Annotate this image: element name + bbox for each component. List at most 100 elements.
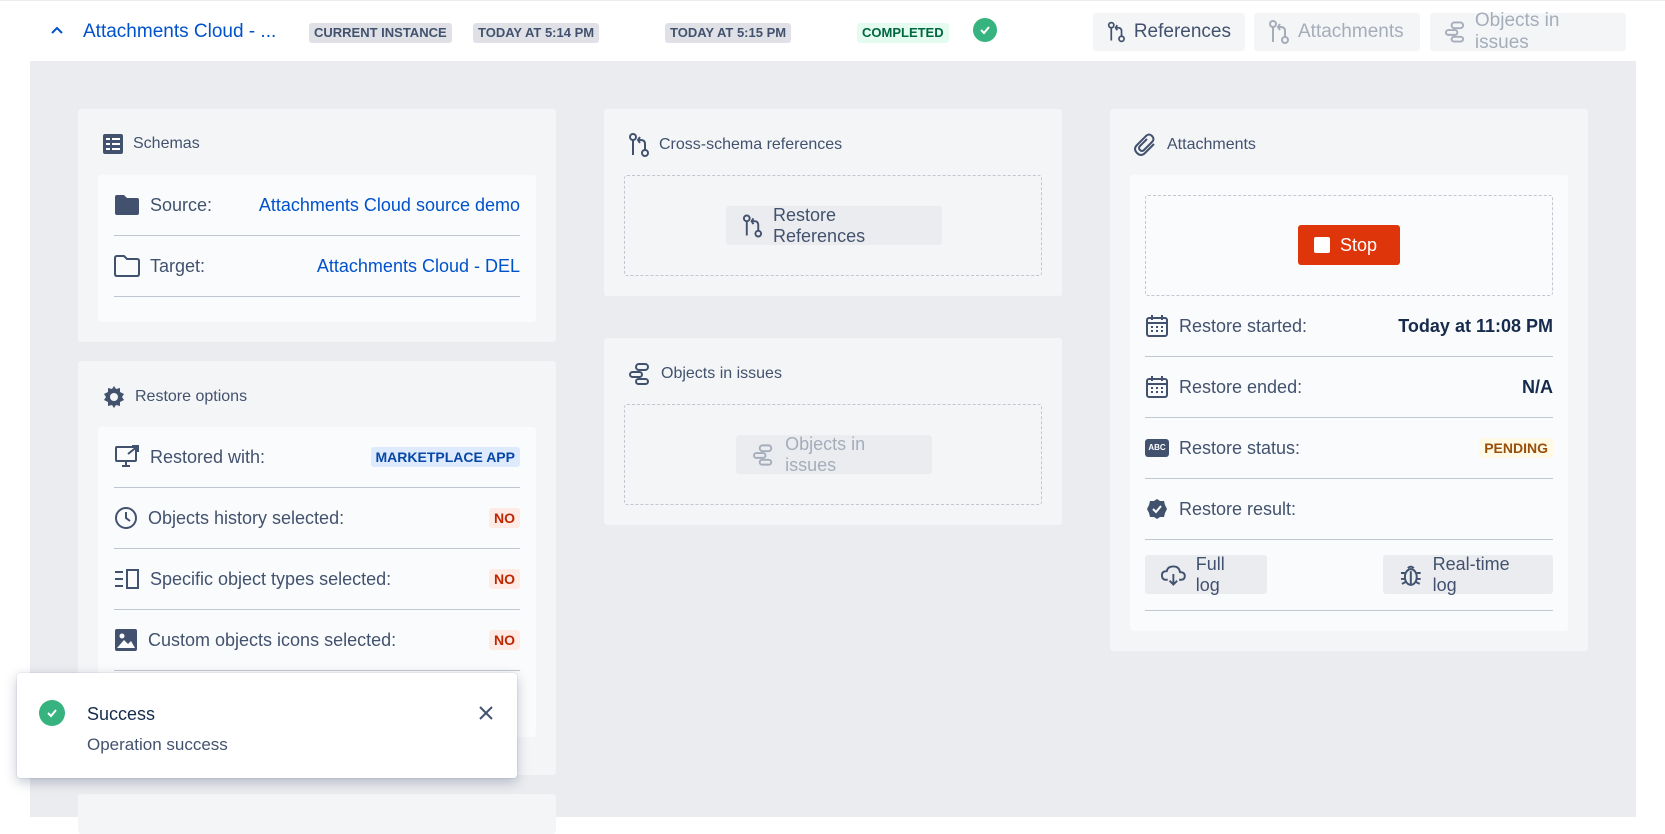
- restored-with-row: Restored with: MARKETPLACE APP: [114, 427, 520, 488]
- objects-in-issues-tab-button[interactable]: Objects in issues: [1430, 10, 1626, 53]
- workflow-icon: [629, 363, 649, 385]
- restore-references-button[interactable]: Restore References: [726, 204, 942, 246]
- log-buttons-row: Full log Real-time log: [1145, 540, 1553, 611]
- restore-started-row: Restore started: Today at 11:08 PM: [1145, 296, 1553, 357]
- workflow-icon: [1444, 21, 1465, 43]
- schemas-card: Schemas Source: Attachments Cloud source…: [78, 109, 556, 342]
- objects-history-label: Objects history selected:: [148, 507, 345, 528]
- restore-ended-label: Restore ended:: [1179, 376, 1303, 397]
- restore-started-value: Today at 11:08 PM: [1398, 315, 1553, 336]
- objects-in-issues-tab-label: Objects in issues: [1474, 10, 1560, 53]
- objects-in-issues-header: Objects in issues: [628, 362, 782, 386]
- source-schema-link[interactable]: Attachments Cloud source demo: [259, 195, 520, 216]
- attachments-details: Stop Restore started: Today at 11:08 PM …: [1130, 175, 1568, 631]
- schemas-list: Source: Attachments Cloud source demo Ta…: [98, 175, 536, 322]
- realtime-log-label: Real-time log: [1432, 553, 1510, 595]
- chevron-up-icon[interactable]: [50, 23, 64, 37]
- git-branch-icon: [1107, 21, 1125, 43]
- cross-schema-title: Cross-schema references: [659, 136, 843, 153]
- realtime-log-button[interactable]: Real-time log: [1383, 553, 1553, 595]
- restore-references-label: Restore References: [773, 204, 866, 246]
- clock-icon: [115, 507, 137, 529]
- restore-options-header: Restore options: [102, 385, 247, 409]
- additional-card: [78, 794, 556, 834]
- close-icon[interactable]: [479, 706, 493, 720]
- attachments-tab-label: Attachments: [1298, 21, 1404, 42]
- folder-outline-icon: [114, 255, 140, 277]
- objects-in-issues-button-label: Objects in issues: [785, 433, 866, 475]
- git-branch-icon: [1269, 20, 1289, 44]
- table-icon: [103, 134, 123, 154]
- source-label: Source:: [150, 194, 213, 215]
- schemas-card-header: Schemas: [102, 133, 200, 155]
- list-panel-icon: [115, 569, 139, 589]
- objects-in-issues-title: Objects in issues: [661, 365, 782, 382]
- objects-in-issues-dropzone: Objects in issues: [624, 404, 1042, 505]
- calendar-icon: [1146, 376, 1168, 398]
- cross-schema-dropzone: Restore References: [624, 175, 1042, 276]
- source-row: Source: Attachments Cloud source demo: [114, 175, 520, 236]
- gear-icon: [104, 386, 124, 408]
- restore-title-link[interactable]: Attachments Cloud - ...: [83, 21, 276, 43]
- end-time-badge: TODAY AT 5:15 PM: [665, 23, 792, 43]
- success-icon: [39, 700, 65, 726]
- custom-icons-label: Custom objects icons selected:: [148, 629, 397, 650]
- restore-started-label: Restore started:: [1179, 315, 1308, 336]
- restored-with-label: Restored with:: [150, 446, 266, 467]
- full-log-button[interactable]: Full log: [1145, 553, 1267, 595]
- monitor-icon: [115, 445, 139, 467]
- success-toast: Success Operation success: [17, 673, 517, 778]
- restore-result-row: Restore result:: [1145, 479, 1553, 540]
- workflow-icon: [752, 443, 773, 466]
- check-circle-icon: [973, 18, 997, 42]
- attachments-tab-button[interactable]: Attachments: [1254, 13, 1420, 51]
- objects-history-row: Objects history selected: NO: [114, 488, 520, 549]
- cross-schema-card: Cross-schema references Restore Referenc…: [604, 109, 1062, 296]
- custom-icons-row: Custom objects icons selected: NO: [114, 610, 520, 671]
- stop-label: Stop: [1340, 234, 1378, 255]
- target-row: Target: Attachments Cloud - DEL: [114, 236, 520, 297]
- stop-button[interactable]: Stop: [1298, 225, 1400, 265]
- toast-title: Success: [87, 704, 156, 724]
- object-types-row: Specific object types selected: NO: [114, 549, 520, 610]
- attachments-title: Attachments: [1167, 136, 1256, 153]
- abc-icon: ABC: [1145, 439, 1169, 457]
- restore-status-badge: PENDING: [1479, 438, 1553, 458]
- references-tab-button[interactable]: References: [1093, 13, 1245, 51]
- target-schema-link[interactable]: Attachments Cloud - DEL: [317, 256, 520, 277]
- git-branch-icon: [629, 133, 649, 157]
- restore-options-title: Restore options: [135, 388, 248, 405]
- start-time-badge: TODAY AT 5:14 PM: [473, 23, 600, 43]
- object-types-badge: NO: [489, 569, 520, 589]
- toast-message: Operation success: [87, 735, 228, 754]
- schemas-card-title: Schemas: [133, 135, 200, 152]
- object-types-label: Specific object types selected:: [150, 568, 392, 589]
- custom-icons-badge: NO: [489, 630, 520, 650]
- objects-in-issues-card: Objects in issues Objects in issues: [604, 338, 1062, 525]
- cross-schema-header: Cross-schema references: [628, 133, 842, 157]
- bug-icon: [1400, 565, 1421, 586]
- references-tab-label: References: [1133, 21, 1231, 42]
- objects-in-issues-button[interactable]: Objects in issues: [736, 433, 932, 475]
- full-log-label: Full log: [1195, 553, 1225, 595]
- attachments-action-zone: Stop: [1145, 195, 1553, 296]
- restore-status-label: Restore status:: [1179, 437, 1301, 458]
- attachments-header: Attachments: [1134, 133, 1256, 157]
- calendar-icon: [1146, 315, 1168, 337]
- attachments-card: Attachments Stop Restore started: Today …: [1110, 109, 1588, 651]
- restore-header: Attachments Cloud - ... CURRENT INSTANCE…: [0, 0, 1665, 61]
- image-icon: [115, 629, 137, 651]
- restore-ended-row: Restore ended: N/A: [1145, 357, 1553, 418]
- current-instance-badge: CURRENT INSTANCE: [309, 23, 452, 43]
- cloud-download-icon: [1161, 564, 1186, 586]
- target-label: Target:: [150, 255, 206, 276]
- restore-ended-value: N/A: [1522, 376, 1553, 397]
- restore-result-label: Restore result:: [1179, 498, 1297, 519]
- restore-status-row: ABC Restore status: PENDING: [1145, 418, 1553, 479]
- status-badge: COMPLETED: [857, 23, 949, 43]
- paperclip-icon: [1134, 133, 1155, 156]
- git-branch-icon: [742, 214, 763, 237]
- folder-filled-icon: [115, 195, 139, 215]
- stop-icon: [1314, 237, 1330, 253]
- restored-with-badge: MARKETPLACE APP: [370, 447, 520, 467]
